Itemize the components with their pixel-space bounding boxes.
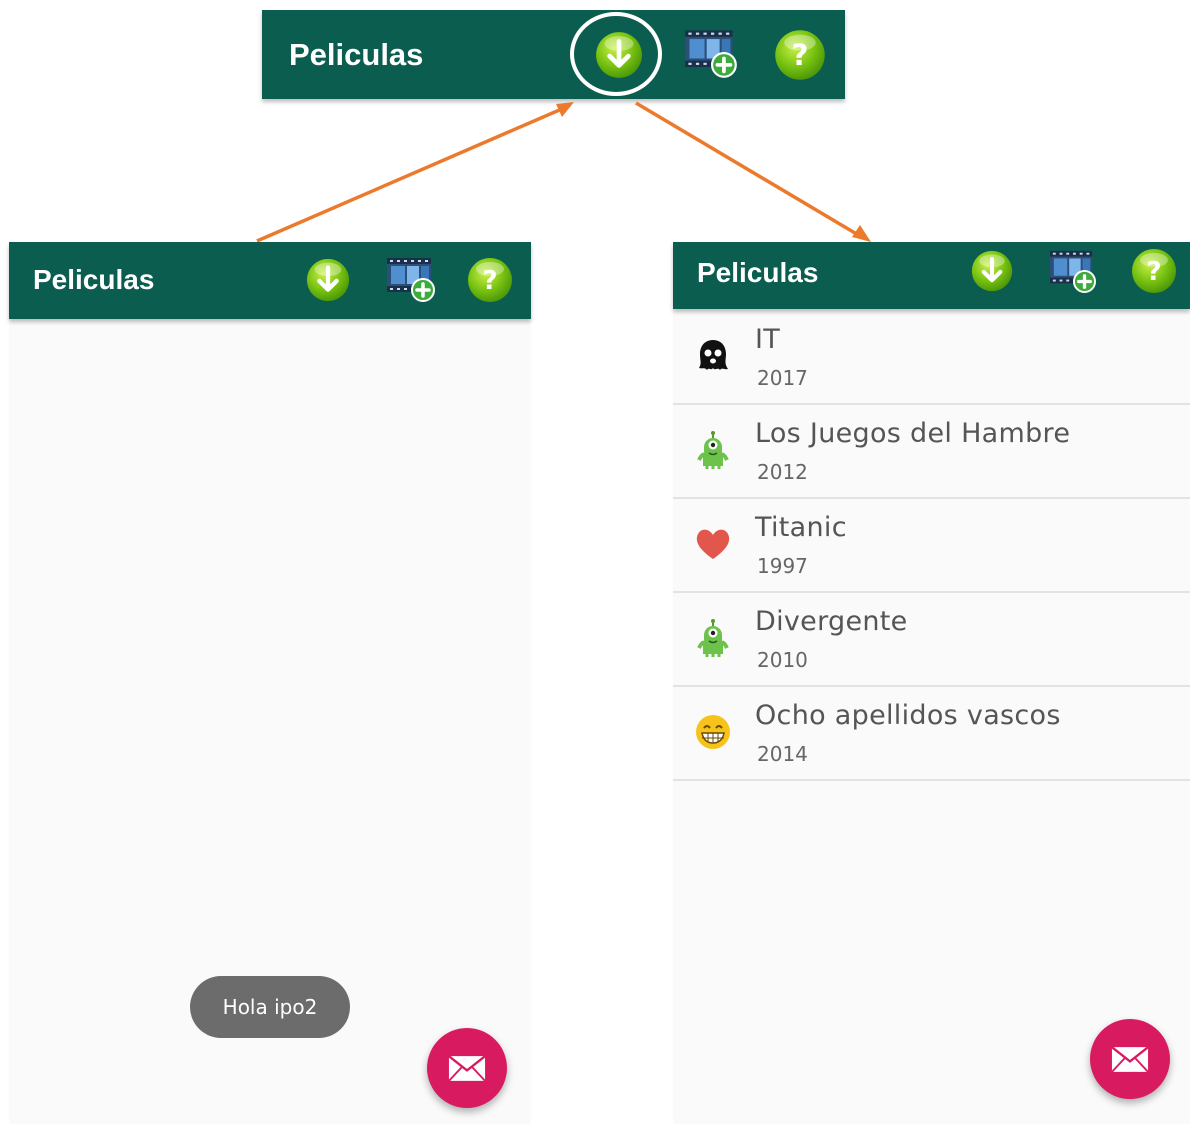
download-icon[interactable] — [305, 257, 351, 303]
add-movie-icon[interactable] — [385, 254, 437, 302]
mail-fab-button[interactable] — [1090, 1019, 1170, 1099]
arrow-left — [256, 106, 565, 243]
mail-fab-button[interactable] — [427, 1028, 507, 1108]
help-icon[interactable] — [466, 256, 514, 304]
heart-icon — [693, 524, 733, 564]
movie-year: 2014 — [757, 742, 808, 766]
toast-message: Hola ipo2 — [190, 976, 350, 1038]
mail-icon — [1111, 1046, 1149, 1073]
movie-year: 2010 — [757, 648, 808, 672]
right-screen: IT 2017 Los Juegos del Hambre 2012 Titan… — [673, 242, 1190, 1124]
movie-title: Los Juegos del Hambre — [755, 418, 1071, 449]
left-toolbar: Peliculas — [9, 242, 531, 319]
movie-year: 1997 — [757, 554, 808, 578]
movie-item-1[interactable]: Los Juegos del Hambre 2012 — [673, 404, 1190, 499]
download-icon[interactable] — [970, 249, 1014, 293]
movie-year: 2017 — [757, 366, 808, 390]
movie-title: Titanic — [755, 512, 847, 543]
help-icon[interactable] — [1130, 247, 1178, 295]
movie-item-3[interactable]: Divergente 2010 — [673, 592, 1190, 687]
add-movie-icon[interactable] — [1048, 247, 1098, 293]
alien-icon — [693, 618, 733, 658]
movie-title: IT — [755, 324, 781, 355]
movie-title: Divergente — [755, 606, 908, 637]
movie-title: Ocho apellidos vascos — [755, 700, 1061, 731]
page-title: Peliculas — [33, 264, 155, 295]
ghost-icon — [693, 336, 733, 376]
arrow-right — [635, 101, 861, 238]
page-title: Peliculas — [697, 257, 819, 288]
right-toolbar: Peliculas — [673, 242, 1190, 309]
mail-icon — [448, 1055, 486, 1082]
movie-year: 2012 — [757, 460, 808, 484]
movie-item-0[interactable]: IT 2017 — [673, 310, 1190, 405]
alien-icon — [693, 430, 733, 470]
movie-item-2[interactable]: Titanic 1997 — [673, 498, 1190, 593]
movie-item-4[interactable]: Ocho apellidos vascos 2014 — [673, 686, 1190, 781]
highlight-circle — [570, 12, 662, 96]
grin-icon — [693, 712, 733, 752]
